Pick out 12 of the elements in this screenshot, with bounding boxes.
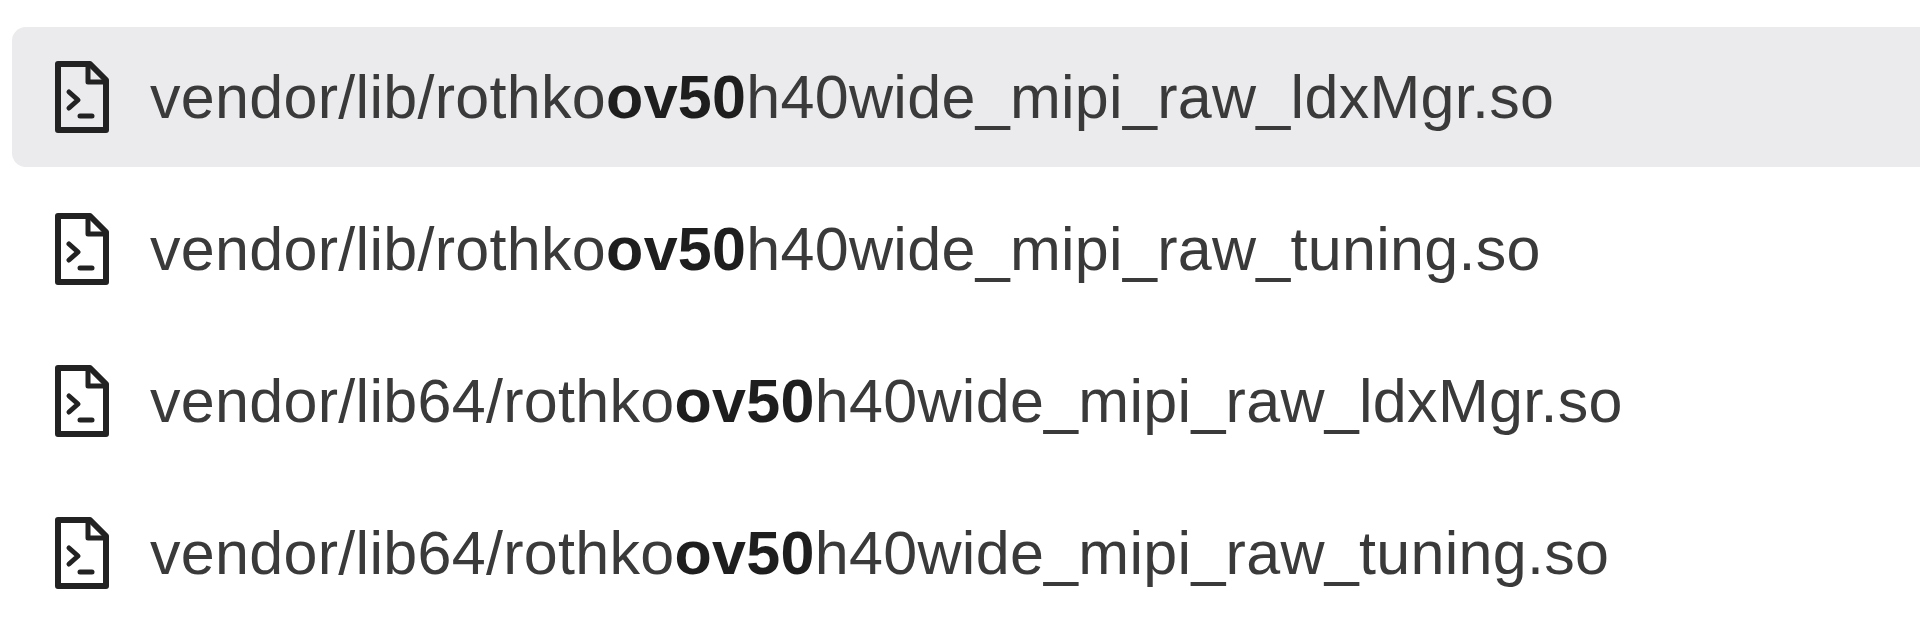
file-path: vendor/lib/rothkoov50h40wide_mipi_raw_tuning.so bbox=[150, 214, 1541, 284]
file-list-item[interactable]: vendor/lib64/rothkoov50h40wide_mipi_raw_tuning.so bbox=[12, 483, 1920, 623]
file-list-item[interactable]: vendor/lib/rothkoov50h40wide_mipi_raw_tuning.so bbox=[12, 179, 1920, 319]
file-list-item[interactable]: vendor/lib/rothkoov50h40wide_mipi_raw_ldxMgr.so bbox=[12, 27, 1920, 167]
file-list-item[interactable]: vendor/lib64/rothkoov50h40wide_mipi_raw_ldxMgr.so bbox=[12, 331, 1920, 471]
file-path: vendor/lib/rothkoov50h40wide_mipi_raw_ldxMgr.so bbox=[150, 62, 1555, 132]
script-file-icon bbox=[54, 516, 110, 590]
file-path: vendor/lib64/rothkoov50h40wide_mipi_raw_tuning.so bbox=[150, 518, 1610, 588]
script-file-icon bbox=[54, 364, 110, 438]
script-file-icon bbox=[54, 212, 110, 286]
script-file-icon bbox=[54, 60, 110, 134]
file-path: vendor/lib64/rothkoov50h40wide_mipi_raw_ldxMgr.so bbox=[150, 366, 1623, 436]
